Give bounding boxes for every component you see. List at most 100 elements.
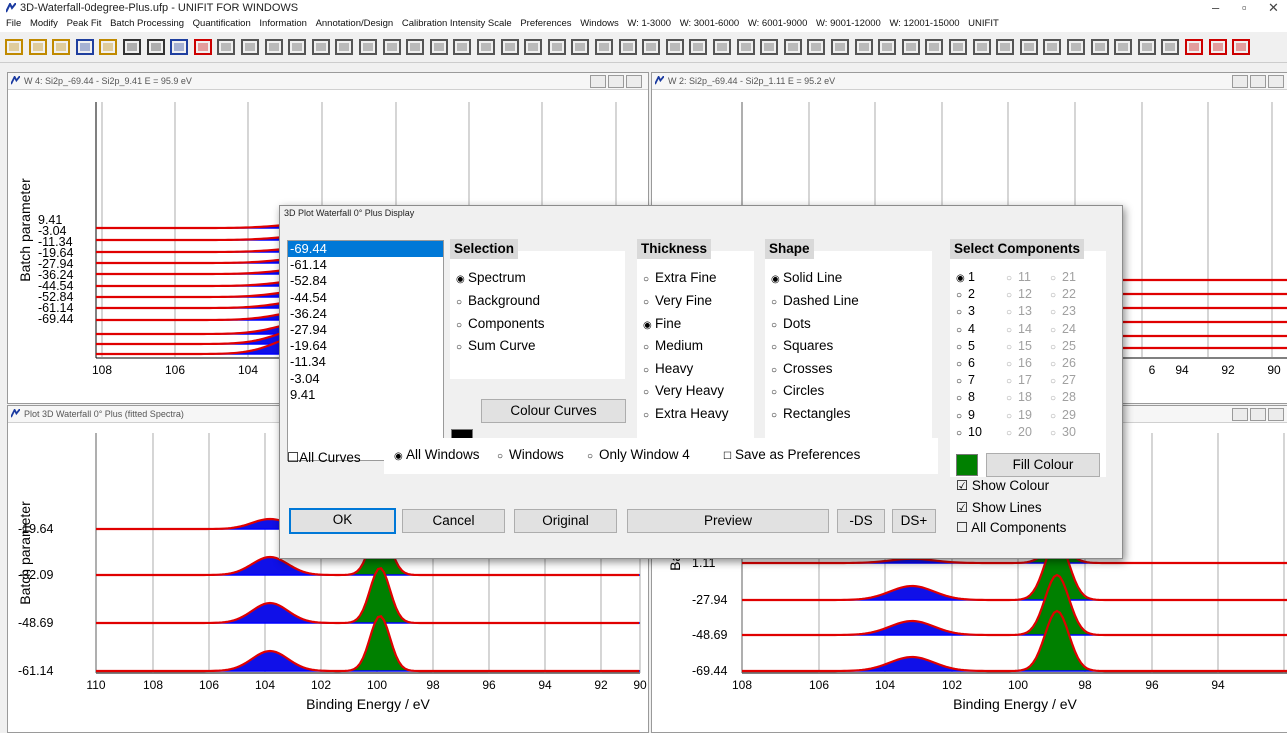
toolbar-tool-icon[interactable] <box>477 38 495 56</box>
component-radio-17[interactable]: ○ 17 <box>1006 373 1032 387</box>
restore-icon[interactable] <box>1250 408 1266 421</box>
component-radio-10[interactable]: ○ 10 <box>956 425 982 439</box>
component-radio-9[interactable]: ○ 9 <box>956 408 975 422</box>
toolbar-tool-icon[interactable] <box>1232 38 1251 56</box>
radio-circles[interactable]: ○ Circles <box>771 383 824 398</box>
minimize-button[interactable]: – <box>1212 0 1219 15</box>
menu-quantification[interactable]: Quantification <box>193 18 251 29</box>
component-radio-24[interactable]: ○ 24 <box>1050 322 1076 336</box>
radio-spectrum[interactable]: ◉ Spectrum <box>456 270 526 285</box>
component-radio-4[interactable]: ○ 4 <box>956 322 975 336</box>
restore-button[interactable]: ▫ <box>1242 0 1247 15</box>
radio-medium[interactable]: ○ Medium <box>643 338 703 353</box>
toolbar-tool-icon[interactable] <box>429 38 448 56</box>
toolbar-tool-icon[interactable] <box>783 38 802 56</box>
menu-w-3001-6000[interactable]: W: 3001-6000 <box>680 18 740 29</box>
toolbar-tool-icon[interactable] <box>595 38 613 56</box>
menu-modify[interactable]: Modify <box>30 18 58 29</box>
component-radio-5[interactable]: ○ 5 <box>956 339 975 353</box>
original-button[interactable]: Original <box>514 509 617 533</box>
component-radio-30[interactable]: ○ 30 <box>1050 425 1076 439</box>
component-radio-14[interactable]: ○ 14 <box>1006 322 1032 336</box>
toolbar-tool-icon[interactable] <box>146 38 165 56</box>
radio-very-fine[interactable]: ○ Very Fine <box>643 293 712 308</box>
menu-annotation-design[interactable]: Annotation/Design <box>316 18 394 29</box>
menu-calibration[interactable]: Calibration Intensity Scale <box>402 18 512 29</box>
toolbar-tool-icon[interactable] <box>1208 38 1227 56</box>
toolbar-tool-icon[interactable] <box>123 38 141 56</box>
fill-colour-button[interactable]: Fill Colour <box>986 453 1100 477</box>
close-icon[interactable] <box>1268 408 1284 421</box>
restore-icon[interactable] <box>608 75 624 88</box>
radio-dashed-line[interactable]: ○ Dashed Line <box>771 293 859 308</box>
minimize-icon[interactable] <box>590 75 606 88</box>
toolbar-tool-icon[interactable] <box>1185 38 1203 56</box>
toolbar-tool-icon[interactable] <box>1114 38 1133 56</box>
all-curves-checkbox[interactable]: ☐All Curves <box>287 450 361 466</box>
toolbar-tool-icon[interactable] <box>99 38 118 56</box>
radio-rectangles[interactable]: ○ Rectangles <box>771 406 851 421</box>
toolbar-tool-icon[interactable] <box>28 38 47 56</box>
component-radio-28[interactable]: ○ 28 <box>1050 390 1076 404</box>
colour-curves-button[interactable]: Colour Curves <box>481 399 626 423</box>
list-item[interactable]: -19.64 <box>288 338 443 354</box>
toolbar-tool-icon[interactable] <box>665 38 684 56</box>
toolbar-tool-icon[interactable] <box>500 38 519 56</box>
menu-unifit[interactable]: UNIFIT <box>968 18 999 29</box>
preview-button[interactable]: Preview <box>627 509 829 533</box>
component-radio-27[interactable]: ○ 27 <box>1050 373 1076 387</box>
toolbar-tool-icon[interactable] <box>217 38 236 56</box>
toolbar-tool-icon[interactable] <box>547 38 566 56</box>
toolbar-tool-icon[interactable] <box>1161 38 1180 56</box>
list-item[interactable]: -27.94 <box>288 322 443 338</box>
restore-icon[interactable] <box>1250 75 1266 88</box>
component-radio-6[interactable]: ○ 6 <box>956 356 975 370</box>
toolbar-tool-icon[interactable] <box>5 38 23 56</box>
component-radio-23[interactable]: ○ 23 <box>1050 304 1076 318</box>
radio-sum-curve[interactable]: ○ Sum Curve <box>456 338 536 353</box>
component-radio-21[interactable]: ○ 21 <box>1050 270 1076 284</box>
component-radio-26[interactable]: ○ 26 <box>1050 356 1076 370</box>
component-radio-29[interactable]: ○ 29 <box>1050 408 1076 422</box>
cancel-button[interactable]: Cancel <box>402 509 505 533</box>
menu-file[interactable]: File <box>6 18 21 29</box>
component-radio-1[interactable]: ◉ 1 <box>956 270 975 284</box>
component-radio-11[interactable]: ○ 11 <box>1006 270 1031 284</box>
menu-windows[interactable]: Windows <box>580 18 619 29</box>
radio-squares[interactable]: ○ Squares <box>771 338 833 353</box>
minimize-icon[interactable] <box>1232 408 1248 421</box>
component-radio-7[interactable]: ○ 7 <box>956 373 975 387</box>
toolbar-tool-icon[interactable] <box>1043 38 1062 56</box>
component-radio-2[interactable]: ○ 2 <box>956 287 975 301</box>
toolbar-tool-icon[interactable] <box>901 38 920 56</box>
toolbar-tool-icon[interactable] <box>193 38 212 56</box>
toolbar-tool-icon[interactable] <box>52 38 71 56</box>
menu-w-12001-15000[interactable]: W: 12001-15000 <box>889 18 959 29</box>
toolbar-tool-icon[interactable] <box>996 38 1015 56</box>
radio-windows[interactable]: ○ Windows <box>497 447 564 462</box>
close-icon[interactable] <box>1268 75 1284 88</box>
toolbar-tool-icon[interactable] <box>878 38 897 56</box>
list-item[interactable]: -44.54 <box>288 290 443 306</box>
component-radio-18[interactable]: ○ 18 <box>1006 390 1032 404</box>
toolbar-tool-icon[interactable] <box>689 38 708 56</box>
toolbar-tool-icon[interactable] <box>1090 38 1109 56</box>
toolbar-tool-icon[interactable] <box>760 38 779 56</box>
toolbar-tool-icon[interactable] <box>972 38 991 56</box>
toolbar-tool-icon[interactable] <box>1019 38 1038 56</box>
component-radio-16[interactable]: ○ 16 <box>1006 356 1032 370</box>
toolbar-tool-icon[interactable] <box>949 38 967 56</box>
list-item[interactable]: 9.41 <box>288 387 443 403</box>
list-item[interactable]: -36.24 <box>288 306 443 322</box>
batch-value-list[interactable]: -69.44 -61.14 -52.84 -44.54 -36.24 -27.9… <box>287 240 444 461</box>
radio-fine[interactable]: ◉ Fine <box>643 316 681 331</box>
toolbar-tool-icon[interactable] <box>925 38 944 56</box>
component-radio-13[interactable]: ○ 13 <box>1006 304 1032 318</box>
toolbar-tool-icon[interactable] <box>713 38 731 56</box>
component-radio-8[interactable]: ○ 8 <box>956 390 975 404</box>
radio-heavy[interactable]: ○ Heavy <box>643 361 693 376</box>
radio-extra-heavy[interactable]: ○ Extra Heavy <box>643 406 729 421</box>
toolbar-tool-icon[interactable] <box>453 38 472 56</box>
radio-solid-line[interactable]: ◉ Solid Line <box>771 270 842 285</box>
list-item[interactable]: -69.44 <box>288 241 443 258</box>
